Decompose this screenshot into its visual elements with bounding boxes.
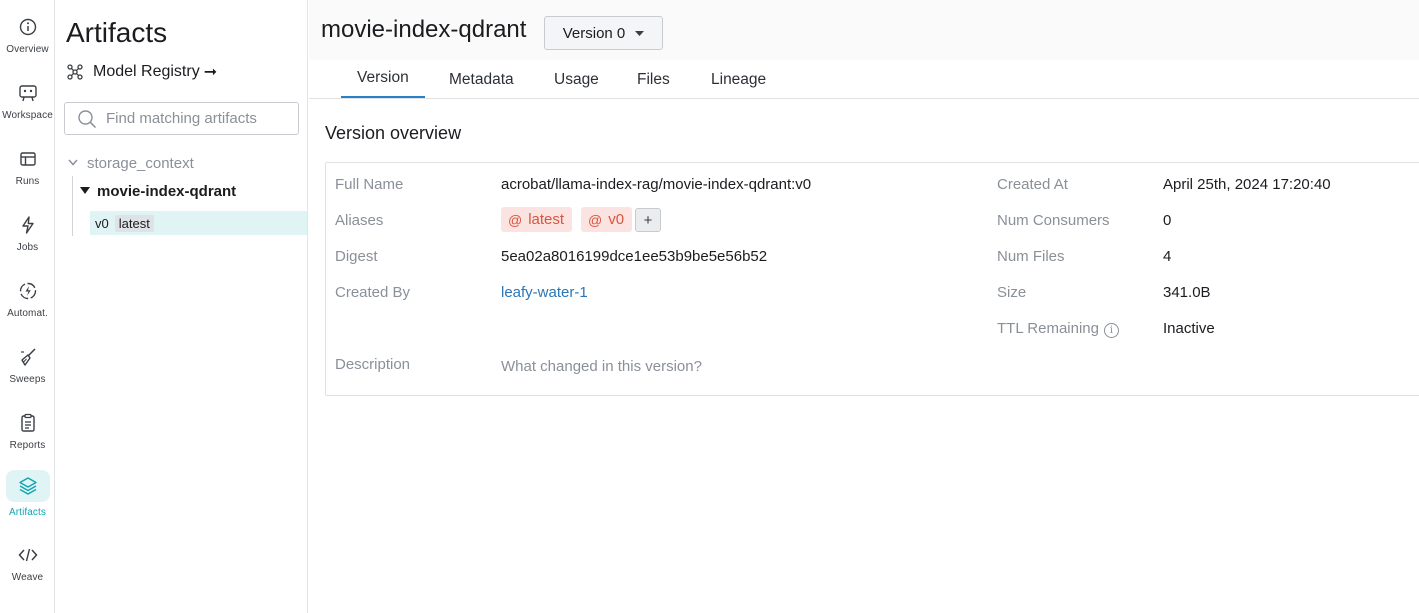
rail-item-automations[interactable]: Automat.: [0, 276, 55, 336]
rail-label: Automat.: [7, 308, 48, 319]
rail-label: Workspace: [2, 110, 53, 121]
rail-item-weave[interactable]: Weave: [0, 540, 55, 600]
artifact-header: movie-index-qdrant Version 0: [309, 0, 1419, 60]
chevron-down-icon: [68, 158, 78, 169]
full-name-value: acrobat/llama-index-rag/movie-index-qdra…: [501, 176, 812, 193]
digest-value: 5ea02a8016199dce1ee53b9be5e56b52: [501, 248, 768, 265]
version-overview-card: Full Name acrobat/llama-index-rag/movie-…: [325, 162, 1419, 396]
created-by-label: Created By: [335, 284, 411, 301]
rail-label: Overview: [6, 44, 49, 55]
info-circle-icon: [17, 16, 39, 38]
add-alias-button[interactable]: +: [635, 208, 661, 232]
caret-down-icon: [635, 28, 645, 38]
artifact-sidebar: Artifacts Model Registry ➞ storage_conte…: [56, 0, 308, 613]
tab-files[interactable]: Files: [637, 60, 670, 99]
at-icon: @: [588, 211, 603, 228]
rail-label: Weave: [11, 572, 44, 583]
automation-icon: [17, 280, 39, 302]
rail-label: Jobs: [16, 242, 39, 253]
alias-text: latest: [528, 211, 565, 228]
alias-tag-v0[interactable]: @ v0: [581, 207, 633, 232]
rail-label: Sweeps: [9, 374, 46, 385]
tab-metadata[interactable]: Metadata: [449, 60, 514, 99]
ttl-remaining-value: Inactive: [1163, 320, 1215, 337]
model-registry-icon: [66, 63, 84, 81]
tree-type-label: storage_context: [87, 155, 194, 172]
rail-item-sweeps[interactable]: Sweeps: [0, 342, 55, 402]
rail-item-reports[interactable]: Reports: [0, 408, 55, 468]
tab-bar: Version Metadata Usage Files Lineage: [309, 60, 1419, 99]
tab-lineage[interactable]: Lineage: [711, 60, 766, 99]
tab-version[interactable]: Version: [341, 60, 425, 98]
table-icon: [17, 148, 39, 170]
rail-label: Runs: [15, 176, 40, 187]
tree-collection-movie-index-qdrant[interactable]: movie-index-qdrant: [80, 183, 236, 200]
artifact-search[interactable]: [64, 102, 299, 135]
description-label: Description: [335, 356, 411, 373]
full-name-label: Full Name: [335, 176, 404, 193]
created-by-link[interactable]: leafy-water-1: [501, 284, 588, 301]
num-consumers-value: 0: [1163, 212, 1172, 229]
rail-label: Artifacts: [8, 507, 47, 518]
tree-collection-label: movie-index-qdrant: [97, 183, 237, 200]
created-at-label: Created At: [997, 176, 1068, 193]
tab-usage[interactable]: Usage: [554, 60, 599, 99]
version-dropdown-label: Version 0: [562, 24, 626, 42]
main-panel: movie-index-qdrant Version 0 Version Met…: [309, 0, 1419, 613]
code-icon: [17, 544, 39, 566]
rail-item-overview[interactable]: Overview: [0, 12, 55, 72]
rail-item-runs[interactable]: Runs: [0, 144, 55, 204]
alias-tag-latest[interactable]: @ latest: [501, 207, 573, 232]
tree-version-number: v0: [95, 215, 109, 231]
artifact-title: movie-index-qdrant: [321, 16, 527, 43]
at-icon: @: [508, 211, 523, 228]
layers-icon: [17, 475, 39, 497]
created-at-value: April 25th, 2024 17:20:40: [1163, 176, 1331, 193]
search-icon: [77, 109, 97, 129]
arrow-right-icon: ➞: [203, 64, 218, 81]
search-input[interactable]: [106, 110, 296, 127]
tree-version-tag: latest: [114, 214, 154, 232]
rail-item-workspace[interactable]: Workspace: [0, 78, 55, 138]
alias-text: v0: [608, 211, 625, 228]
ttl-remaining-label: TTL Remaining: [997, 320, 1099, 337]
model-registry-label: Model Registry: [93, 63, 200, 80]
num-files-value: 4: [1163, 248, 1172, 265]
lightning-icon: [17, 214, 39, 236]
version-overview-title: Version overview: [325, 123, 462, 143]
model-registry-link[interactable]: Model Registry ➞: [66, 62, 217, 82]
size-value: 341.0B: [1163, 284, 1211, 301]
rail-item-jobs[interactable]: Jobs: [0, 210, 55, 270]
rail-item-artifacts[interactable]: Artifacts: [0, 470, 55, 534]
active-indicator: [5, 470, 50, 502]
description-input[interactable]: What changed in this version?: [501, 358, 702, 375]
num-consumers-label: Num Consumers: [997, 212, 1110, 229]
caret-down-icon: [80, 186, 90, 197]
broom-icon: [17, 346, 39, 368]
info-icon[interactable]: i: [1104, 323, 1119, 338]
rail-label: Reports: [9, 440, 46, 451]
clipboard-icon: [17, 412, 39, 434]
version-dropdown[interactable]: Version 0: [544, 16, 663, 50]
digest-label: Digest: [335, 248, 378, 265]
aliases-label: Aliases: [335, 212, 384, 229]
sidebar-title: Artifacts: [66, 17, 168, 48]
tree-type-storage-context[interactable]: storage_context: [68, 155, 194, 172]
workspace-icon: [17, 82, 39, 104]
nav-rail: Overview Workspace Runs Jobs Automat. Sw…: [0, 0, 55, 613]
num-files-label: Num Files: [997, 248, 1065, 265]
tree-guide-line: [72, 176, 73, 236]
size-label: Size: [997, 284, 1027, 301]
tree-version-v0[interactable]: v0 latest: [90, 211, 307, 235]
